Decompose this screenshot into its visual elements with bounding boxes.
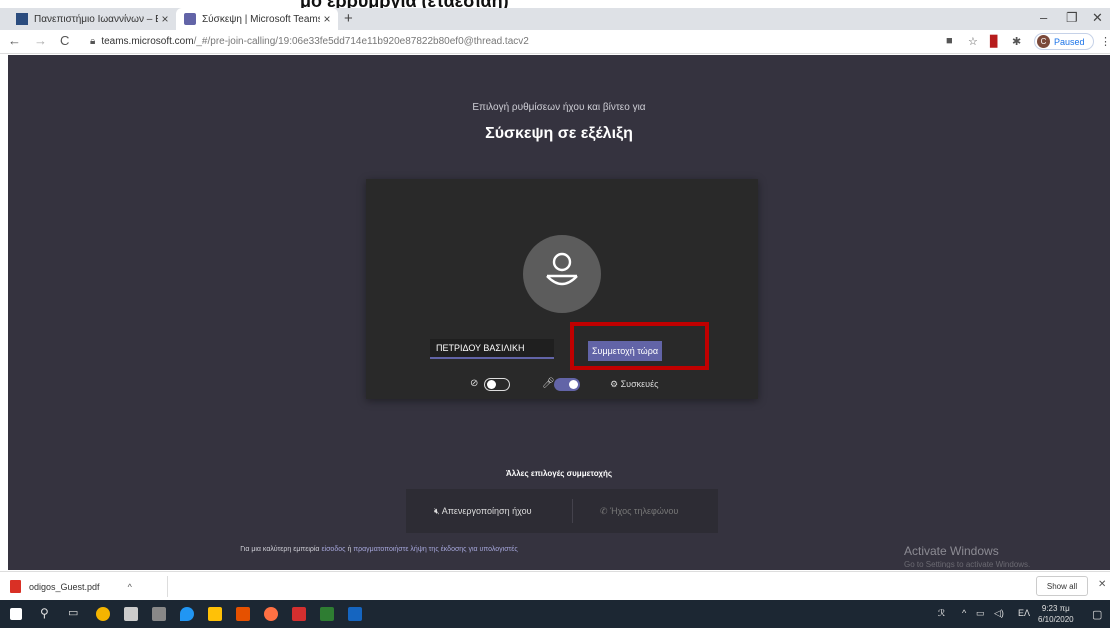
downloads-bar: odigos_Guest.pdf ^ Show all ✕ — [0, 571, 1110, 600]
close-tab-icon[interactable]: × — [158, 12, 172, 26]
download-desktop-link[interactable]: πραγματοποιήστε λήψη της έκδοσης για υπο… — [353, 546, 517, 553]
teams-favicon-icon — [184, 13, 196, 25]
tab-title: Σύσκεψη | Microsoft Teams — [202, 13, 320, 25]
search-icon[interactable]: ⚲ — [40, 606, 49, 620]
show-all-button[interactable]: Show all — [1036, 576, 1088, 596]
tab-title: Πανεπιστήμιο Ιωαννίνων – Επισ — [34, 13, 158, 25]
microphone-icon: 🎤︎ — [542, 378, 555, 389]
app-icon[interactable] — [152, 607, 166, 621]
url-field[interactable]: 🔒︎ teams.microsoft.com/_#/pre-join-callin… — [90, 36, 529, 47]
signin-link[interactable]: είσοδος — [321, 546, 345, 553]
file-explorer-icon[interactable] — [208, 607, 222, 621]
audio-off-label: Απενεργοποίηση ήχου — [441, 506, 532, 516]
forward-arrow-icon[interactable]: → — [34, 33, 47, 48]
desktop-app-hint: Για μια καλύτερη εμπειρία είσοδος ή πραγ… — [240, 546, 518, 553]
new-tab-button[interactable]: + — [344, 10, 353, 27]
windows-taskbar: ⚲ ▭ ℛ ^ ▭ ◁) ΕΛ 9:23 πμ 6/10/2020 ▢ — [0, 600, 1110, 628]
avatar: C — [1037, 35, 1050, 48]
url-host: teams.microsoft.com — [101, 36, 194, 47]
url-path: /_#/pre-join-calling/19:06e33fe5dd714e11… — [193, 36, 529, 47]
meeting-title: Σύσκεψη σε εξέλιξη — [485, 125, 633, 142]
other-join-options-title: Άλλες επιλογές συμμετοχής — [506, 469, 612, 478]
speaker-off-icon: 🔇︎ — [434, 506, 440, 516]
join-now-button[interactable]: Συμμετοχή τώρα — [588, 341, 662, 361]
calculator-icon[interactable] — [124, 607, 138, 621]
minimize-icon[interactable]: – — [1040, 10, 1047, 25]
name-field[interactable] — [430, 339, 554, 359]
download-item[interactable]: odigos_Guest.pdf ^ — [6, 576, 168, 597]
browser-tab-bar: Πανεπιστήμιο Ιωαννίνων – Επισ × Σύσκεψη … — [0, 8, 1110, 30]
pdf-file-icon — [10, 580, 21, 593]
download-filename: odigos_Guest.pdf — [29, 581, 100, 592]
devices-button[interactable]: ⚙ Συσκευές — [610, 379, 658, 390]
prejoin-subtitle: Επιλογή ρυθμίσεων ήχου και βίντεο για — [472, 102, 646, 113]
audio-off-option[interactable]: 🔇︎ Απενεργοποίηση ήχου — [434, 506, 532, 517]
acrobat-icon[interactable] — [292, 607, 306, 621]
close-tab-icon[interactable]: × — [320, 12, 334, 26]
menu-dots-icon[interactable]: ⋮ — [1100, 35, 1110, 48]
profile-status: Paused — [1054, 36, 1085, 47]
activate-windows-subtitle: Go to Settings to activate Windows. — [904, 560, 1031, 568]
teams-prejoin-page: Επιλογή ρυθμίσεων ήχου και βίντεο για Σύ… — [8, 55, 1110, 570]
back-arrow-icon[interactable]: ← — [8, 33, 21, 48]
clock[interactable]: 9:23 πμ 6/10/2020 — [1038, 603, 1074, 625]
office-icon[interactable] — [236, 607, 250, 621]
task-view-icon[interactable]: ▭ — [68, 606, 78, 619]
tab-university[interactable]: Πανεπιστήμιο Ιωαννίνων – Επισ × — [8, 8, 176, 30]
tab-teams[interactable]: Σύσκεψη | Microsoft Teams × — [176, 8, 338, 30]
camera-off-icon: ⊘ — [470, 378, 479, 389]
av-controls: ⊘ 🎤︎ ⚙ Συσκευές — [470, 377, 700, 393]
profile-button[interactable]: C Paused — [1034, 33, 1094, 50]
volume-icon[interactable]: ◁) — [994, 608, 1004, 619]
phone-audio-option[interactable]: ✆ Ήχος τηλεφώνου — [600, 506, 678, 517]
drop-app-icon[interactable] — [180, 607, 194, 621]
language-indicator[interactable]: ΕΛ — [1018, 608, 1030, 618]
devices-label: Συσκευές — [620, 379, 659, 389]
word-icon[interactable] — [348, 607, 362, 621]
close-downloads-icon[interactable]: ✕ — [1098, 579, 1106, 590]
camera-indicator-icon[interactable]: ■ — [946, 35, 953, 47]
options-divider — [572, 499, 573, 523]
chevron-up-icon[interactable]: ^ — [962, 608, 966, 618]
other-join-options: 🔇︎ Απενεργοποίηση ήχου ✆ Ήχος τηλεφώνου — [406, 489, 718, 533]
activate-windows-title: Activate Windows — [904, 544, 999, 558]
lock-icon: 🔒︎ — [90, 36, 96, 47]
clock-time: 9:23 πμ — [1041, 604, 1070, 613]
people-icon[interactable]: ℛ — [938, 608, 945, 619]
pdf-extension-icon[interactable]: ▉ — [990, 35, 998, 48]
chevron-up-icon[interactable]: ^ — [128, 582, 132, 592]
phone-icon: ✆ — [600, 506, 608, 516]
reload-icon[interactable]: C — [60, 33, 69, 48]
microphone-toggle[interactable] — [554, 378, 580, 391]
start-icon[interactable] — [10, 608, 22, 620]
preview-card: Συμμετοχή τώρα ⊘ 🎤︎ ⚙ Συσκευές — [366, 179, 758, 399]
restore-icon[interactable]: ❐ — [1066, 10, 1078, 26]
university-favicon-icon — [16, 13, 28, 25]
network-icon[interactable]: ▭ — [976, 608, 985, 619]
window-close-icon[interactable]: ✕ — [1092, 10, 1103, 26]
firefox-icon[interactable] — [264, 607, 278, 621]
media-app-icon[interactable] — [320, 607, 334, 621]
clock-date: 6/10/2020 — [1038, 615, 1074, 624]
gear-icon: ⚙ — [610, 379, 619, 389]
address-bar: ← → C 🔒︎ teams.microsoft.com/_#/pre-join-… — [0, 30, 1110, 54]
camera-toggle[interactable] — [484, 378, 510, 391]
extensions-puzzle-icon[interactable]: ✱ — [1012, 35, 1021, 48]
person-icon — [546, 252, 578, 286]
bookmark-star-icon[interactable]: ☆ — [968, 35, 978, 48]
notifications-icon[interactable]: ▢ — [1092, 608, 1102, 621]
user-avatar — [523, 235, 601, 313]
phone-audio-label: Ήχος τηλεφώνου — [610, 506, 679, 516]
chrome-icon[interactable] — [96, 607, 110, 621]
